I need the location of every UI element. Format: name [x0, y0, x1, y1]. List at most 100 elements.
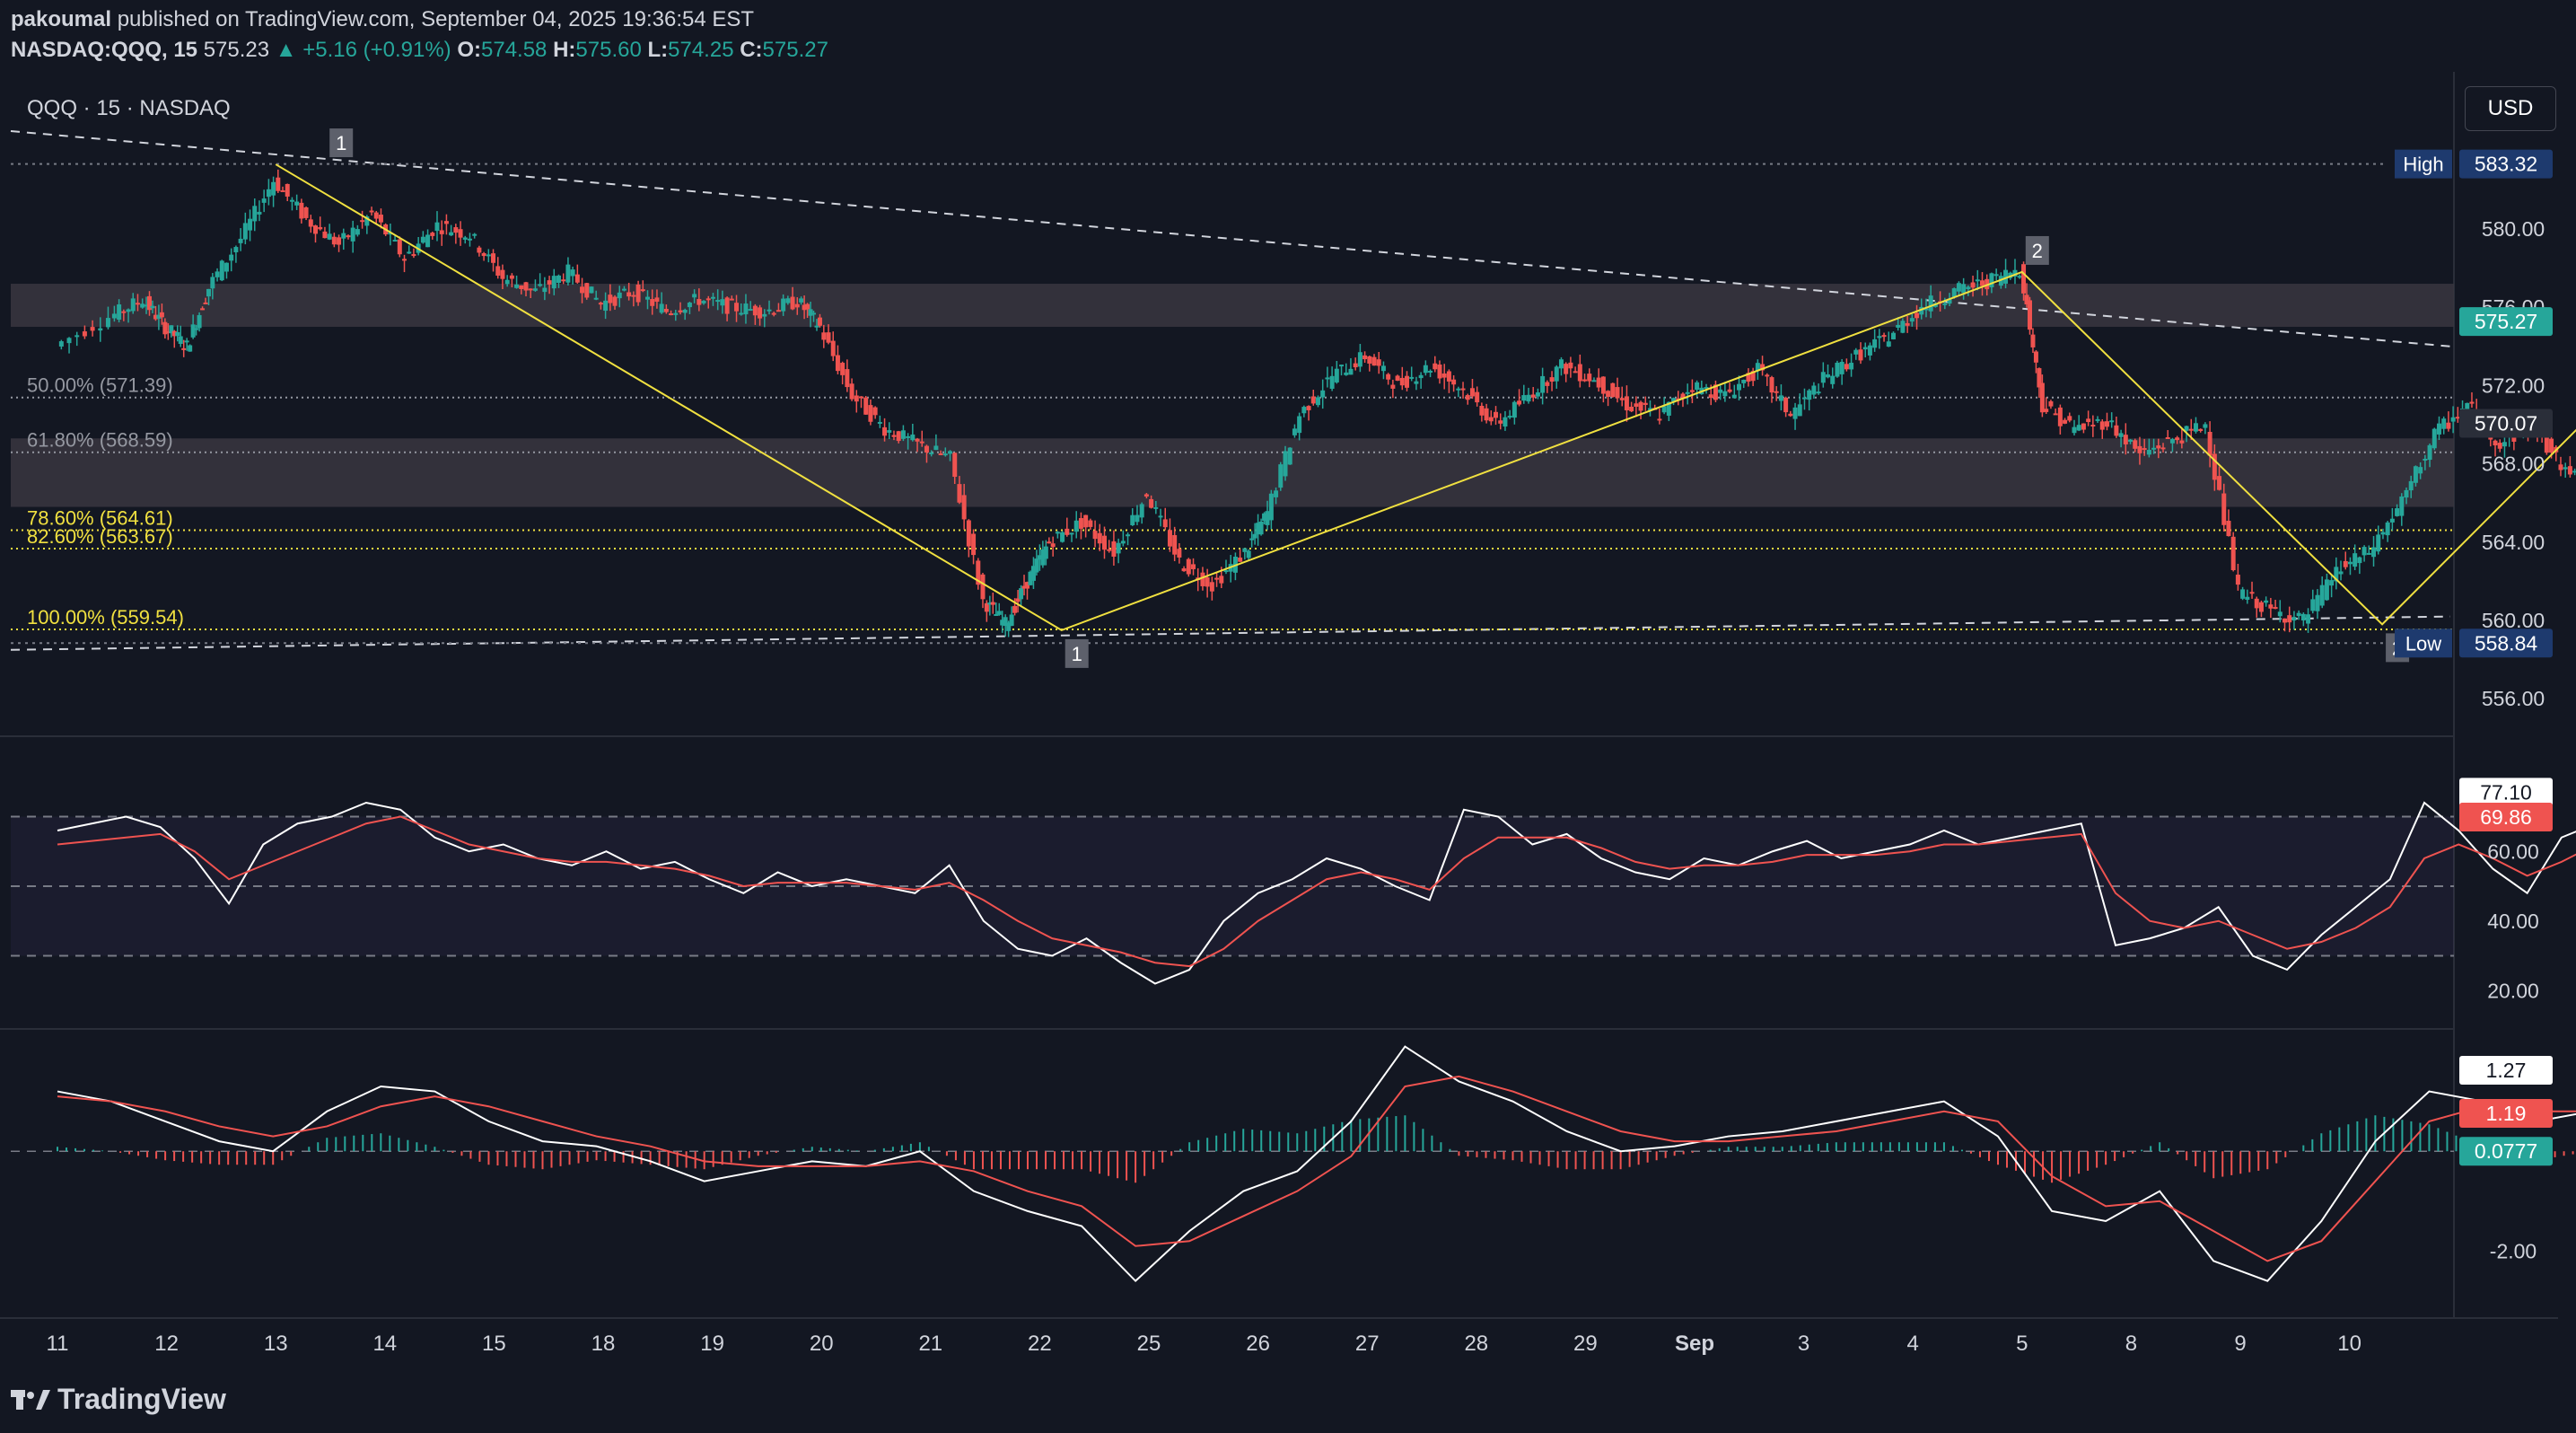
- candle-body: [2099, 421, 2105, 430]
- candle-body: [854, 395, 859, 402]
- candle-body: [1877, 336, 1882, 338]
- candle-body: [1535, 392, 1540, 397]
- candle-body: [2123, 435, 2128, 444]
- candle-body: [551, 276, 556, 289]
- candle-body: [378, 215, 383, 223]
- candle-body: [1517, 400, 1522, 405]
- time-tick: 25: [1137, 1332, 1161, 1356]
- candle-body: [2371, 547, 2377, 558]
- price-label-value: 558.84: [2475, 631, 2538, 655]
- candle-body: [1558, 359, 1564, 369]
- candle-body: [845, 369, 850, 388]
- candle-body: [1689, 390, 1695, 392]
- price-tick: 564.00: [2482, 531, 2545, 554]
- candle-body: [2380, 532, 2386, 535]
- candle-body: [1177, 549, 1182, 558]
- candle-body: [1376, 359, 1381, 366]
- fib-label: 82.60% (563.67): [27, 525, 173, 548]
- candle-body: [608, 295, 613, 303]
- candle-body: [1643, 402, 1648, 405]
- candle-body: [1549, 377, 1555, 382]
- candle-body: [2114, 425, 2119, 436]
- candle-body: [645, 296, 651, 300]
- candle-body: [1073, 520, 1079, 532]
- candle-body: [2549, 438, 2554, 453]
- candle-body: [1554, 366, 1559, 382]
- candle-body: [1301, 407, 1307, 414]
- candle-body: [2081, 423, 2086, 430]
- candle-body: [1624, 396, 1629, 411]
- candle-body: [710, 296, 715, 299]
- candle-body: [1479, 406, 1485, 416]
- candle-body: [1088, 520, 1093, 527]
- price-tick: 568.00: [2482, 453, 2545, 476]
- fib-label: 50.00% (571.39): [27, 374, 173, 397]
- candle-body: [2104, 421, 2109, 427]
- candle-body: [980, 574, 986, 600]
- high-label: H:: [553, 38, 576, 62]
- candle-body: [1329, 375, 1335, 389]
- candle-body: [206, 288, 212, 297]
- candle-body: [2109, 420, 2115, 423]
- candle-body: [355, 229, 360, 235]
- tradingview-logo[interactable]: TradingView: [11, 1383, 226, 1416]
- candle-body: [2128, 439, 2134, 442]
- candle-body: [331, 236, 337, 245]
- candle-body: [90, 327, 95, 331]
- candle-body: [849, 383, 854, 400]
- candle-body: [1078, 518, 1083, 529]
- candle-body: [308, 219, 313, 227]
- price-tick: 556.00: [2482, 687, 2545, 710]
- candle-body: [130, 298, 136, 312]
- candle-body: [659, 303, 664, 313]
- candle-body: [1310, 396, 1316, 404]
- candle-body: [248, 218, 253, 231]
- time-tick: 26: [1246, 1332, 1270, 1356]
- author-name[interactable]: pakoumal: [11, 7, 111, 31]
- currency-button[interactable]: USD: [2465, 86, 2556, 131]
- candle-body: [2207, 431, 2212, 456]
- candle-body: [175, 331, 180, 337]
- candle-body: [1158, 515, 1163, 518]
- candle-body: [1849, 363, 1854, 370]
- time-tick: 5: [2016, 1332, 2028, 1356]
- candle-body: [2048, 400, 2054, 407]
- candle-body: [1577, 364, 1582, 382]
- candle-body: [271, 181, 276, 196]
- candle-body: [2044, 409, 2049, 412]
- candle-body: [1811, 385, 1817, 395]
- candle-body: [289, 199, 294, 202]
- candle-body: [2427, 444, 2432, 461]
- candle-body: [1101, 535, 1107, 550]
- candle-body: [2053, 413, 2058, 416]
- candle-body: [767, 309, 772, 312]
- time-tick: 10: [2337, 1332, 2361, 1356]
- candle-body: [1399, 377, 1405, 386]
- symbol-name[interactable]: NASDAQ:QQQ, 15: [11, 38, 197, 62]
- candle-body: [2156, 445, 2161, 449]
- time-tick: 11: [47, 1332, 69, 1356]
- time-tick: 9: [2234, 1332, 2246, 1356]
- candle-body: [458, 229, 463, 238]
- candle-body: [2502, 442, 2507, 447]
- candle-body: [1009, 614, 1014, 627]
- candle-body: [1451, 379, 1457, 385]
- candle-body: [785, 298, 791, 303]
- candle-body: [411, 254, 416, 257]
- candle-body: [1835, 362, 1840, 377]
- candle-body: [781, 298, 786, 312]
- candle-body: [299, 202, 304, 219]
- candle-body: [1638, 401, 1643, 411]
- chart-canvas[interactable]: 50.00% (571.39)61.80% (568.59)78.60% (56…: [0, 0, 2576, 1433]
- candle-body: [1380, 365, 1386, 372]
- candle-body: [1980, 280, 1985, 286]
- candle-body: [933, 445, 939, 451]
- candle-body: [584, 283, 590, 298]
- candle-body: [808, 309, 813, 316]
- rsi-tick: 60.00: [2487, 840, 2539, 863]
- candle-body: [74, 335, 80, 338]
- candle-body: [1019, 588, 1024, 600]
- time-tick: 29: [1573, 1332, 1598, 1356]
- candle-body: [729, 298, 734, 301]
- candle-body: [2169, 439, 2175, 444]
